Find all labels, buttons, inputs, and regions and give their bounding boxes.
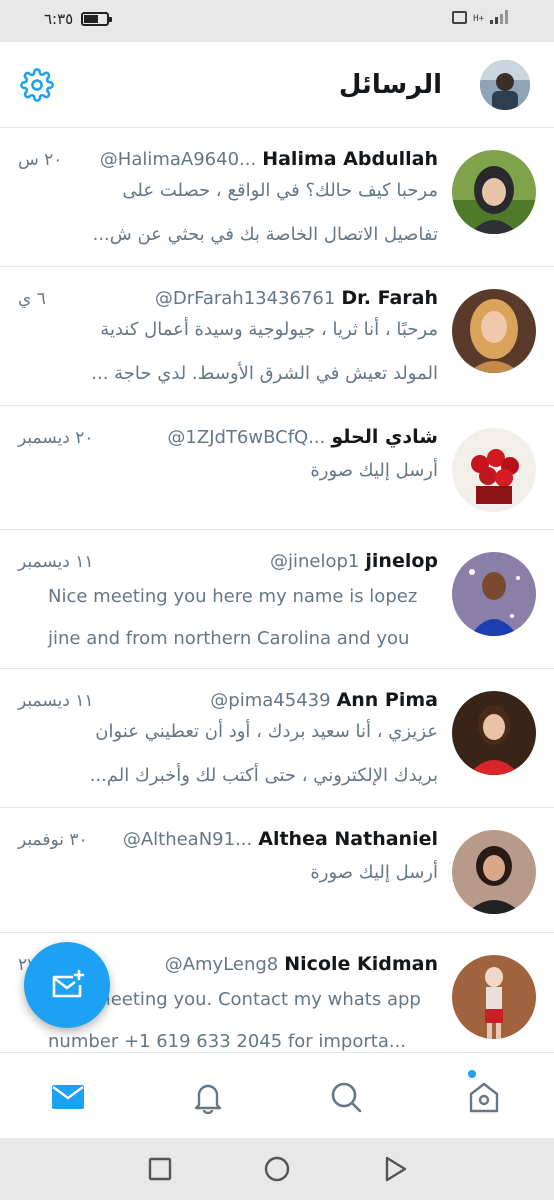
system-nav-bar	[0, 1138, 554, 1200]
triangle-icon[interactable]	[381, 1155, 409, 1183]
message-time: ٣٠ نوفمبر	[18, 830, 88, 850]
avatar[interactable]	[452, 552, 536, 636]
sender-name: Dr. Farah	[341, 287, 438, 309]
notification-icon	[452, 11, 468, 24]
home-icon	[469, 1082, 499, 1113]
message-preview: Nice meeting you here my name is lopez	[48, 586, 418, 607]
message-preview: المولد تعيش في الشرق الأوسط. لدي حاجة ..…	[91, 363, 438, 384]
conversation-list: Halima Abdullah @HalimaA9640... ٢٠ س مرح…	[0, 128, 554, 1052]
conversation-item[interactable]: Ann Pima @pima45439 ١١ ديسمبر عزيزي ، أن…	[0, 669, 554, 808]
status-bar: ٦:٣٥ H+	[0, 0, 554, 42]
message-preview: بريدك الإلكتروني ، حتى أكتب لك وأخبرك ال…	[89, 765, 438, 786]
status-time: ٦:٣٥	[44, 10, 74, 28]
sender-name: Halima Abdullah	[262, 148, 438, 170]
avatar[interactable]	[452, 428, 536, 512]
message-preview: مرحبا كيف حالك؟ في الواقع ، حصلت على	[122, 180, 438, 201]
message-time: ٢٠ س	[18, 150, 63, 170]
sender-name: Ann Pima	[336, 689, 438, 711]
message-preview: عزيزي ، أنا سعيد بردك ، أود أن تعطيني عن…	[95, 721, 438, 742]
conversation-item[interactable]: jinelop @jinelop1 ١١ ديسمبر Nice meeting…	[0, 530, 554, 669]
conversation-item[interactable]: Althea Nathaniel @AltheaN91... ٣٠ نوفمبر…	[0, 808, 554, 933]
message-time: ٦ ي	[18, 289, 46, 309]
tab-messages[interactable]	[48, 1077, 88, 1117]
new-message-icon	[52, 969, 85, 998]
sender-handle: @HalimaA9640...	[99, 149, 257, 170]
sender-handle: @DrFarah13436761	[154, 288, 336, 309]
conversation-item[interactable]: شادي الحلو @1ZJdT6wBCfQ... ٢٠ ديسمبر أرس…	[0, 406, 554, 530]
message-time: ٢٠ ديسمبر	[18, 428, 94, 448]
profile-avatar[interactable]	[480, 60, 530, 110]
sender-handle: @pima45439	[210, 690, 331, 711]
status-right: H+	[452, 10, 508, 24]
gear-icon[interactable]	[20, 68, 54, 102]
sender-handle: @1ZJdT6wBCfQ...	[167, 427, 326, 448]
sender-name: Nicole Kidman	[284, 953, 438, 975]
message-preview: أرسل إليك صورة	[310, 460, 438, 481]
avatar[interactable]	[452, 955, 536, 1039]
status-left: ٦:٣٥	[44, 10, 113, 28]
network-type: H+	[473, 14, 484, 24]
envelope-icon	[52, 1085, 84, 1109]
conversation-item[interactable]: Halima Abdullah @HalimaA9640... ٢٠ س مرح…	[0, 128, 554, 267]
sender-name: شادي الحلو	[331, 426, 438, 448]
bottom-tab-bar	[0, 1052, 554, 1138]
new-message-button[interactable]	[24, 942, 110, 1028]
sender-handle: @AmyLeng8	[164, 954, 279, 975]
new-activity-dot	[468, 1070, 476, 1078]
message-preview: تفاصيل الاتصال الخاصة بك في بحثي عن ش...	[92, 224, 438, 245]
tab-search[interactable]	[326, 1077, 366, 1117]
tab-notifications[interactable]	[188, 1077, 228, 1117]
tab-home[interactable]	[464, 1077, 504, 1117]
signal-icon	[490, 10, 508, 24]
avatar[interactable]	[452, 150, 536, 234]
bell-icon	[194, 1084, 222, 1114]
square-icon[interactable]	[146, 1155, 174, 1183]
message-time: ١١ ديسمبر	[18, 552, 94, 572]
sender-name: Althea Nathaniel	[258, 828, 438, 850]
circle-icon[interactable]	[263, 1155, 291, 1183]
message-preview: number +1 619 633 2045 for importa...	[48, 1031, 407, 1052]
avatar[interactable]	[452, 830, 536, 914]
page-title: الرسائل	[338, 70, 442, 100]
conversation-item[interactable]: Dr. Farah @DrFarah13436761 ٦ ي مرحبًا ، …	[0, 267, 554, 406]
message-preview: أرسل إليك صورة	[310, 862, 438, 883]
app-header: الرسائل	[0, 42, 554, 128]
sender-name: jinelop	[365, 550, 438, 572]
sender-handle: @AltheaN91...	[122, 829, 253, 850]
message-preview: jine and from northern Carolina and you	[48, 628, 410, 649]
battery-icon	[81, 12, 113, 26]
avatar[interactable]	[452, 289, 536, 373]
search-icon	[331, 1082, 362, 1113]
avatar[interactable]	[452, 691, 536, 775]
message-preview: مرحبًا ، أنا ثريا ، جيولوجية وسيدة أعمال…	[100, 319, 438, 340]
sender-handle: @jinelop1	[270, 551, 360, 572]
message-time: ١١ ديسمبر	[18, 691, 94, 711]
